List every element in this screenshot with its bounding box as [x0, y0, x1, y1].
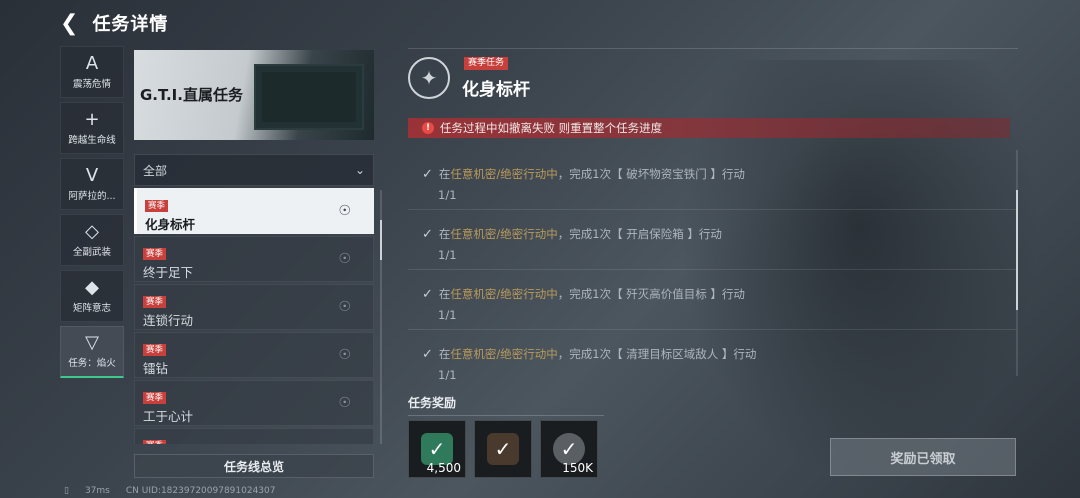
task-line-overview-button[interactable]: 任务线总览: [134, 454, 374, 478]
sidebar-item-label: 阿萨拉的...: [68, 190, 116, 202]
objective-progress: 1/1: [438, 368, 457, 380]
task-name: 终于足下: [143, 265, 194, 280]
page-title: 任务详情: [92, 14, 169, 35]
objective-prefix: 在: [438, 347, 451, 361]
objective-progress: 1/1: [438, 248, 457, 262]
list-item-task[interactable]: 赛季终于足下 ☉: [134, 236, 374, 282]
medal-icon: ☉: [338, 251, 351, 267]
season-badge: 赛季: [143, 344, 167, 356]
objective-mode: 任意机密/绝密行动中: [450, 167, 558, 181]
shield-icon: V: [85, 164, 99, 186]
warning-text: 任务过程中如撤离失败 则重置整个任务进度: [440, 121, 663, 135]
task-detail-header: ✦ 赛季任务 化身标杆: [408, 48, 1018, 100]
hexagon-icon: ◇: [85, 220, 99, 242]
chevron-down-icon: ⌄: [354, 163, 365, 177]
category-sidebar: A 震荡危情 + 跨越生命线 V 阿萨拉的... ◇ 全副武装 ◆ 矩阵意志 ▽ 任务：焰火: [60, 46, 126, 382]
season-badge: 赛季: [143, 248, 167, 260]
list-item-task[interactable]: 赛季镭钻 ☉: [134, 332, 374, 378]
sidebar-item-category[interactable]: A 震荡危情: [60, 46, 124, 98]
cross-icon: +: [84, 108, 100, 130]
warning-icon: !: [422, 122, 434, 134]
sidebar-item-category[interactable]: ◆ 矩阵意志: [60, 270, 124, 322]
sidebar-item-category[interactable]: V 阿萨拉的...: [60, 158, 124, 210]
season-badge: 赛季: [143, 296, 167, 308]
sidebar-item-category[interactable]: + 跨越生命线: [60, 102, 124, 154]
reward-item[interactable]: ✓ 150K: [540, 420, 598, 478]
status-bar: ▯ 37ms CN UID:18239720097891024307: [64, 486, 275, 496]
objective-item: ✓ 在任意机密/绝密行动中，完成1次【 破坏物资宝铁门 】行动 1/1: [408, 150, 1016, 210]
rewards-label: 任务奖励: [408, 394, 604, 416]
objective-progress: 1/1: [438, 308, 457, 322]
objective-prefix: 在: [438, 227, 451, 241]
medal-icon: ☉: [338, 299, 351, 315]
objective-mode: 任意机密/绝密行动中: [450, 347, 558, 361]
list-item-task[interactable]: 赛季工于心计 ☉: [134, 380, 374, 426]
medal-check-icon: ☉: [338, 203, 351, 219]
task-title: 化身标杆: [462, 80, 530, 100]
sidebar-item-label: 震荡危情: [72, 78, 111, 90]
season-badge: 赛季: [143, 392, 167, 404]
triangle-icon: ▽: [85, 332, 99, 353]
objective-text: ，完成1次【 开启保险箱 】行动: [557, 227, 722, 241]
a-logo-icon: A: [85, 52, 99, 74]
reward-claimed-button[interactable]: 奖励已领取: [830, 438, 1016, 476]
reward-item[interactable]: ✓: [474, 420, 532, 478]
task-name: 化身标杆: [145, 217, 196, 232]
check-icon: ✓: [422, 166, 433, 182]
reward-check-icon: ✓: [487, 433, 519, 465]
filter-value: 全部: [143, 163, 168, 178]
objective-prefix: 在: [438, 287, 451, 301]
sidebar-item-label: 任务：焰火: [68, 358, 116, 369]
objective-text: ，完成1次【 破坏物资宝铁门 】行动: [557, 167, 745, 181]
eagle-emblem-icon: ✦: [408, 57, 450, 99]
season-badge: 赛季: [145, 200, 169, 212]
task-line-banner: G.T.I.直属任务: [134, 50, 374, 140]
medal-icon: ☉: [338, 347, 351, 363]
sidebar-item-label: 跨越生命线: [68, 134, 116, 146]
banner-title: G.T.I.直属任务: [140, 86, 243, 104]
check-icon: ✓: [422, 346, 433, 362]
diamond-icon: ◆: [85, 276, 99, 298]
objective-mode: 任意机密/绝密行动中: [450, 227, 558, 241]
medal-icon: ☉: [338, 395, 351, 411]
reward-quantity: 4,500: [426, 461, 461, 475]
reward-quantity: 150K: [562, 461, 593, 475]
sidebar-item-label: 矩阵意志: [72, 302, 111, 314]
uid-text: CN UID:18239720097891024307: [125, 486, 276, 496]
objective-text: ，完成1次【 清理目标区域敌人 】行动: [557, 347, 757, 361]
crate-image: [254, 64, 364, 130]
objective-text: ，完成1次【 歼灭高价值目标 】行动: [557, 287, 745, 301]
sidebar-item-label: 全副武装: [72, 246, 111, 258]
objective-mode: 任意机密/绝密行动中: [450, 287, 558, 301]
sidebar-item-category-active[interactable]: ▽ 任务：焰火: [60, 326, 124, 378]
check-icon: ✓: [422, 286, 433, 302]
reward-item[interactable]: ✓ 4,500: [408, 420, 466, 478]
list-item-task[interactable]: 赛季连锁行动 ☉: [134, 284, 374, 330]
warning-banner: ! 任务过程中如撤离失败 则重置整个任务进度: [408, 118, 1010, 138]
objective-progress: 1/1: [438, 188, 457, 202]
objective-scrollbar[interactable]: [1016, 150, 1018, 376]
check-icon: ✓: [422, 226, 433, 242]
objective-list: ✓ 在任意机密/绝密行动中，完成1次【 破坏物资宝铁门 】行动 1/1 ✓ 在任意机…: [408, 150, 1016, 380]
season-task-badge: 赛季任务: [464, 57, 509, 70]
chevron-left-icon[interactable]: ❮: [60, 11, 78, 36]
battery-icon: ▯: [64, 486, 69, 496]
list-item-task[interactable]: 赛季: [134, 428, 374, 444]
ping-text: 37ms: [84, 486, 110, 496]
filter-dropdown[interactable]: 全部 ⌄: [134, 154, 374, 186]
objective-prefix: 在: [438, 167, 451, 181]
task-name: 工于心计: [143, 409, 194, 424]
sidebar-item-category[interactable]: ◇ 全副武装: [60, 214, 124, 266]
task-list-scrollbar[interactable]: [380, 190, 382, 444]
objective-item: ✓ 在任意机密/绝密行动中，完成1次【 开启保险箱 】行动 1/1: [408, 210, 1016, 270]
list-item-task-selected[interactable]: 赛季化身标杆 ☉: [134, 188, 374, 234]
objective-item: ✓ 在任意机密/绝密行动中，完成1次【 歼灭高价值目标 】行动 1/1: [408, 270, 1016, 330]
objective-item: ✓ 在任意机密/绝密行动中，完成1次【 清理目标区域敌人 】行动 1/1: [408, 330, 1016, 381]
top-bar: ❮ 任务详情: [60, 8, 168, 38]
task-list: 赛季化身标杆☉ 赛季终于足下☉ 赛季连锁行动☉ 赛季镭钻☉ 赛季工于心计☉ 赛季: [134, 188, 374, 444]
task-name: 连锁行动: [143, 313, 194, 328]
reward-list: ✓ 4,500 ✓ ✓ 150K: [408, 420, 598, 478]
season-badge: 赛季: [143, 440, 167, 444]
task-name: 镭钻: [143, 361, 169, 376]
